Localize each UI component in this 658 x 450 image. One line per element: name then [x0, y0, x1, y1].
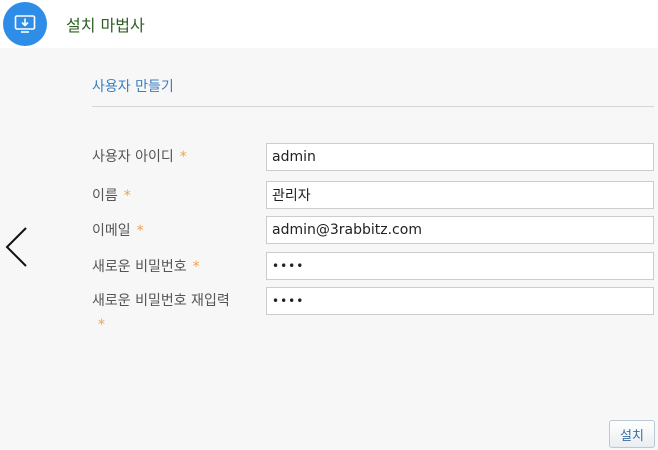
field-label-user-id: 사용자 아이디 *: [92, 149, 187, 165]
new-password-input[interactable]: [266, 252, 654, 280]
section-divider: [92, 106, 654, 107]
confirm-password-input[interactable]: [266, 287, 654, 315]
field-label-new-password: 새로운 비밀번호 *: [92, 259, 200, 275]
email-input[interactable]: [266, 216, 654, 244]
install-button[interactable]: 설치: [609, 420, 655, 448]
field-label-confirm-password: 새로운 비밀번호 재입력 *: [92, 293, 230, 333]
chevron-left-icon[interactable]: [4, 226, 30, 268]
user-id-input[interactable]: [266, 143, 654, 171]
field-label-name: 이름 *: [92, 188, 131, 204]
name-input[interactable]: [266, 181, 654, 209]
app-title: 설치 마법사: [66, 16, 145, 35]
app-header: 설치 마법사: [0, 0, 658, 48]
field-label-email: 이메일 *: [92, 223, 144, 239]
install-download-icon: [3, 2, 47, 46]
section-title: 사용자 만들기: [92, 79, 174, 95]
